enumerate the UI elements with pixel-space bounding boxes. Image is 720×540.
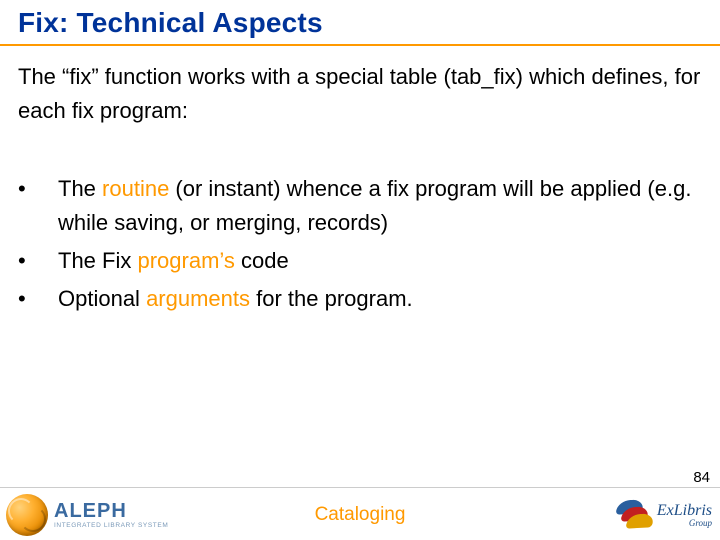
footer-center-label: Cataloging [0, 504, 720, 526]
list-item: • The Fix program’s code [18, 244, 702, 278]
slide-title: Fix: Technical Aspects [18, 7, 323, 39]
bullet-text: The Fix program’s code [58, 244, 702, 278]
footer: ALEPH INTEGRATED LIBRARY SYSTEM Catalogi… [0, 486, 720, 540]
bullet-list: • The routine (or instant) whence a fix … [18, 172, 702, 320]
bullet-post: code [235, 248, 289, 273]
bullet-post: for the program. [250, 286, 413, 311]
exlibris-wordmark: ExLibris [657, 503, 712, 519]
bullet-highlight: program’s [137, 248, 234, 273]
exlibris-text: ExLibris Group [657, 503, 712, 528]
bullet-pre: Optional [58, 286, 146, 311]
intro-text: The “fix” function works with a special … [18, 60, 702, 128]
title-underline [0, 44, 720, 46]
bullet-pre: The [58, 176, 102, 201]
bullet-marker: • [18, 172, 58, 206]
exlibris-mark-icon [617, 500, 651, 530]
bullet-marker: • [18, 282, 58, 316]
exlibris-sub: Group [657, 519, 712, 528]
bullet-highlight: routine [102, 176, 169, 201]
list-item: • The routine (or instant) whence a fix … [18, 172, 702, 240]
bullet-text: Optional arguments for the program. [58, 282, 702, 316]
page-number: 84 [693, 469, 710, 486]
slide: Fix: Technical Aspects The “fix” functio… [0, 0, 720, 540]
bullet-pre: The Fix [58, 248, 137, 273]
exlibris-logo: ExLibris Group [617, 500, 712, 530]
bullet-marker: • [18, 244, 58, 278]
list-item: • Optional arguments for the program. [18, 282, 702, 316]
bullet-highlight: arguments [146, 286, 250, 311]
bullet-text: The routine (or instant) whence a fix pr… [58, 172, 702, 240]
